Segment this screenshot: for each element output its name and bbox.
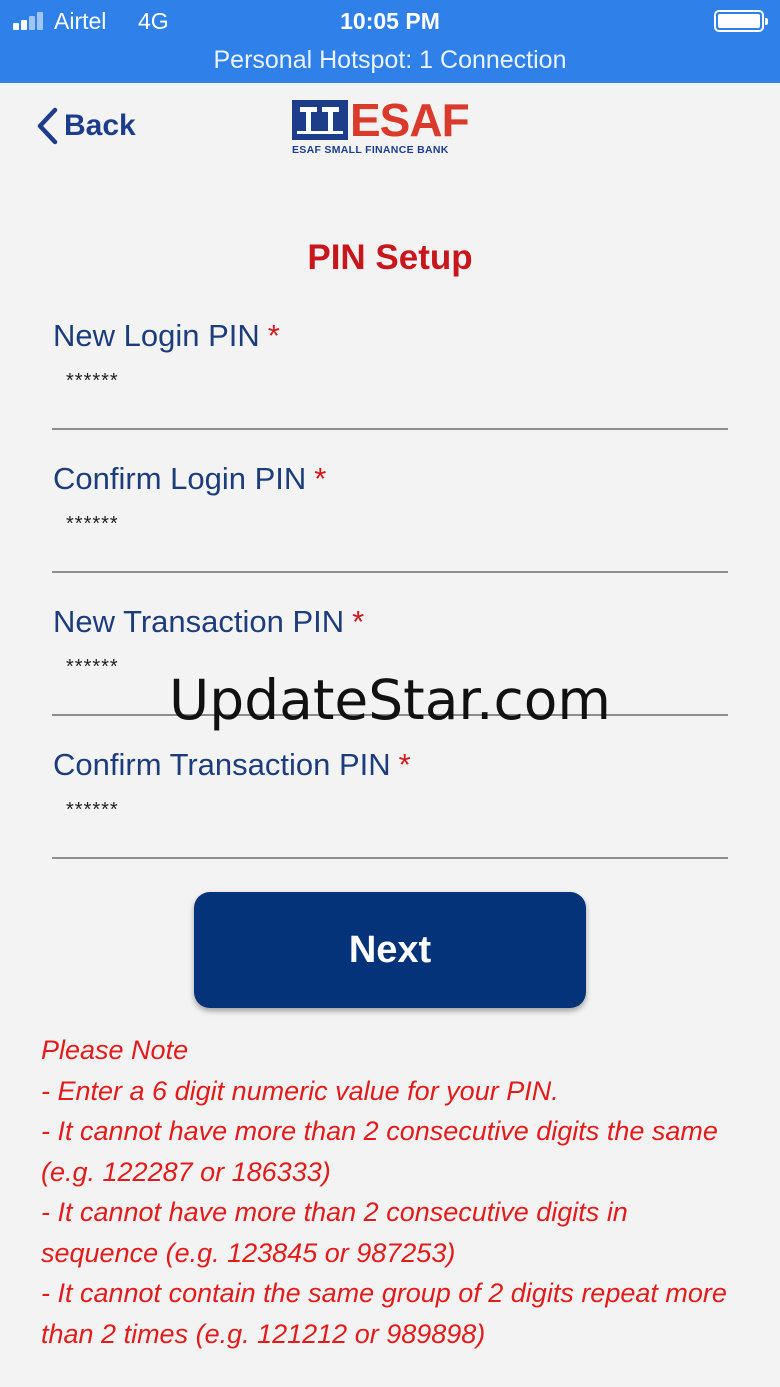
note-line: - It cannot have more than 2 consecutive… [41,1197,628,1268]
new-login-pin-field: New Login PIN * [52,318,728,438]
logo-text: ESAF [350,94,470,146]
required-mark: * [398,747,411,782]
battery-icon [714,10,768,32]
note-heading: Please Note [41,1035,189,1065]
confirm-login-pin-input[interactable] [66,513,666,536]
status-bar-top: Airtel 4G 10:05 PM [0,0,780,42]
next-button[interactable]: Next [194,892,586,1008]
field-label: New Transaction PIN * [53,604,365,639]
note-line: - Enter a 6 digit numeric value for your… [41,1075,559,1106]
required-mark: * [352,604,365,639]
field-label: New Login PIN * [53,318,280,353]
page-title: PIN Setup [307,238,473,277]
field-underline [52,857,728,859]
field-label: Confirm Transaction PIN * [53,747,411,782]
new-login-pin-input[interactable] [66,370,666,393]
confirm-login-pin-field: Confirm Login PIN * [52,461,728,581]
hotspot-banner[interactable]: Personal Hotspot: 1 Connection [0,46,780,75]
field-label: Confirm Login PIN * [53,461,327,496]
required-mark: * [267,318,280,353]
logo-subtext: ESAF SMALL FINANCE BANK [292,144,449,156]
back-label: Back [64,109,136,142]
field-underline [52,571,728,573]
status-time: 10:05 PM [340,8,440,34]
chevron-left-icon [37,107,58,145]
confirm-transaction-pin-input[interactable] [66,799,666,822]
esaf-logo-mark-icon [292,100,348,140]
status-bar: Airtel 4G 10:05 PM Personal Hotspot: 1 C… [0,0,780,83]
pin-rules-note: Please Note - Enter a 6 digit numeric va… [41,1030,751,1354]
watermark: UpdateStar.com [169,668,611,732]
required-mark: * [314,461,327,496]
note-line: - It cannot contain the same group of 2 … [41,1278,727,1349]
field-underline [52,428,728,430]
note-line: - It cannot have more than 2 consecutive… [41,1116,718,1187]
back-button[interactable]: Back [34,104,136,148]
confirm-transaction-pin-field: Confirm Transaction PIN * [52,747,728,867]
esaf-logo: ESAF ESAF SMALL FINANCE BANK [292,96,492,158]
